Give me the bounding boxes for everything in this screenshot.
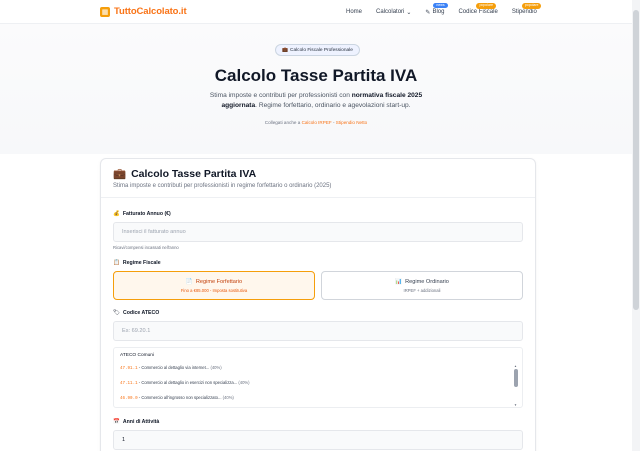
- label-text: Anni di Attività: [122, 419, 160, 425]
- chevron-down-icon: ⌄: [406, 9, 412, 16]
- ateco-scrollbar[interactable]: ▲ ▼: [513, 364, 519, 407]
- anni-input[interactable]: 1: [113, 430, 523, 450]
- fatturato-hint: Ricavi/compensi incassati nell'anno: [113, 245, 179, 250]
- nav-link-label: Blog: [432, 9, 445, 15]
- ateco-item[interactable]: 46.90.0 - Commercio all'ingrosso non spe…: [120, 395, 234, 401]
- subtitle-text: Stima imposte e contributi per professio…: [209, 92, 352, 99]
- regime-label: 📋 Regime Fiscale: [113, 260, 161, 266]
- money-icon: 💰: [113, 211, 120, 217]
- ateco-input[interactable]: Es: 69.20.1: [113, 321, 523, 341]
- nav-badge: popolare: [521, 3, 542, 9]
- top-navbar: ▦ TuttoCalcolato.it Home Calcolatori ⌄ ne…: [0, 0, 632, 24]
- calculator-card: 💼 Calcolo Tasse Partita IVA Stima impost…: [100, 158, 536, 451]
- page-subtitle: Stima imposte e contributi per professio…: [196, 91, 436, 111]
- divider: [101, 197, 535, 198]
- hero-section: 💼 Calcolo Fiscale Professionale Calcolo …: [0, 24, 632, 154]
- anni-label: 📅 Anni di Attività: [113, 419, 159, 425]
- page-scrollbar[interactable]: [632, 0, 640, 451]
- calculator-icon: ▦: [100, 6, 110, 17]
- regime-title-text: Regime Ordinario: [405, 279, 449, 285]
- scroll-down-icon[interactable]: ▼: [514, 403, 517, 407]
- chart-icon: 📊: [395, 279, 403, 285]
- regime-desc: IRPEF + addizionali: [403, 288, 441, 293]
- clipboard-icon: 📋: [113, 260, 120, 266]
- subtitle-text: . Regime forfettario, ordinario e agevol…: [255, 102, 411, 109]
- nav-link-calcolatori[interactable]: Calcolatori ⌄: [376, 9, 411, 16]
- label-text: Regime Fiscale: [122, 260, 161, 266]
- page-scroll-thumb[interactable]: [633, 10, 639, 310]
- card-subtitle: Stima imposte e contributi per professio…: [113, 183, 332, 189]
- regime-title-text: Regime Forfettario: [195, 279, 243, 285]
- ateco-desc: - Commercio al dettaglio via internet...: [137, 365, 210, 370]
- nav-link-blog[interactable]: news ✎ Blog: [425, 2, 448, 16]
- ateco-pct: (40%): [221, 395, 234, 400]
- related-prefix: Collegati anche a: [264, 120, 302, 125]
- regime-desc: Fino a €85.000 - Imposta sostitutiva: [180, 288, 248, 293]
- nav-link-label: Home: [346, 9, 363, 15]
- nav-link-label: Calcolatori: [376, 9, 405, 15]
- pill-label: Calcolo Fiscale Professionale: [289, 47, 353, 53]
- ateco-desc: - Commercio all'ingrosso non specializza…: [137, 395, 222, 400]
- nav-link-home[interactable]: Home: [346, 9, 362, 15]
- fatturato-label: 💰 Fatturato Annuo (€): [113, 211, 171, 217]
- ateco-desc: - Commercio al dettaglio in esercizi non…: [137, 380, 238, 385]
- nav-links: Home Calcolatori ⌄ news ✎ Blog popolare Codi…: [346, 0, 551, 24]
- regime-title: 📄 Regime Forfettario: [114, 279, 314, 285]
- ateco-pct: (40%): [237, 380, 250, 385]
- nav-badge: news: [433, 2, 448, 8]
- scroll-thumb[interactable]: [514, 369, 518, 387]
- regime-title: 📊 Regime Ordinario: [322, 279, 522, 285]
- fatturato-input[interactable]: Inserisci il fatturato annuo: [113, 222, 523, 242]
- pen-icon: ✎: [425, 9, 431, 16]
- label-text: Fatturato Annuo (€): [122, 211, 171, 217]
- card-title: 💼 Calcolo Tasse Partita IVA: [113, 167, 257, 181]
- label-text: Codice ATECO: [122, 310, 160, 316]
- ateco-list-title: ATECO Comuni: [120, 353, 155, 358]
- briefcase-icon: 💼: [113, 168, 127, 180]
- site-logo[interactable]: ▦ TuttoCalcolato.it: [100, 6, 187, 17]
- ateco-code: 46.90.0: [120, 397, 138, 401]
- nav-badge: popolare: [476, 3, 497, 9]
- ateco-code: 47.11.1: [120, 382, 138, 386]
- link-calcolo-irpef[interactable]: Calcolo IRPEF: [302, 120, 332, 125]
- ateco-item[interactable]: 47.11.1 - Commercio al dettaglio in eser…: [120, 380, 250, 386]
- ateco-code: 47.91.1: [120, 367, 138, 371]
- tag-icon: 🏷: [113, 310, 120, 316]
- document-icon: 📄: [185, 279, 193, 285]
- category-pill: 💼 Calcolo Fiscale Professionale: [275, 44, 360, 56]
- ateco-pct: (40%): [209, 365, 222, 370]
- logo-text: TuttoCalcolato.it: [114, 6, 187, 17]
- ateco-label: 🏷 Codice ATECO: [113, 310, 159, 316]
- nav-link-codice-fiscale[interactable]: popolare Codice Fiscale: [458, 3, 498, 15]
- page-title: Calcolo Tasse Partita IVA: [214, 66, 418, 85]
- nav-link-stipendio[interactable]: popolare Stipendio: [511, 3, 542, 15]
- regime-forfettario-option[interactable]: 📄 Regime Forfettario Fino a €85.000 - Imp…: [113, 271, 315, 300]
- ateco-list: ATECO Comuni 47.91.1 - Commercio al dett…: [113, 347, 523, 408]
- link-stipendio-netto[interactable]: Stipendio Netto: [336, 120, 367, 125]
- card-title-text: Calcolo Tasse Partita IVA: [131, 167, 257, 180]
- nav-link-label: Codice Fiscale: [458, 9, 498, 15]
- ateco-item[interactable]: 47.91.1 - Commercio al dettaglio via int…: [120, 365, 222, 371]
- related-links: Collegati anche a Calcolo IRPEF - Stipen…: [0, 120, 632, 125]
- nav-link-label: Stipendio: [511, 9, 537, 15]
- calendar-icon: 📅: [113, 419, 120, 425]
- regime-ordinario-option[interactable]: 📊 Regime Ordinario IRPEF + addizionali: [321, 271, 523, 300]
- scroll-up-icon[interactable]: ▲: [514, 364, 517, 368]
- briefcase-icon: 💼: [282, 47, 288, 53]
